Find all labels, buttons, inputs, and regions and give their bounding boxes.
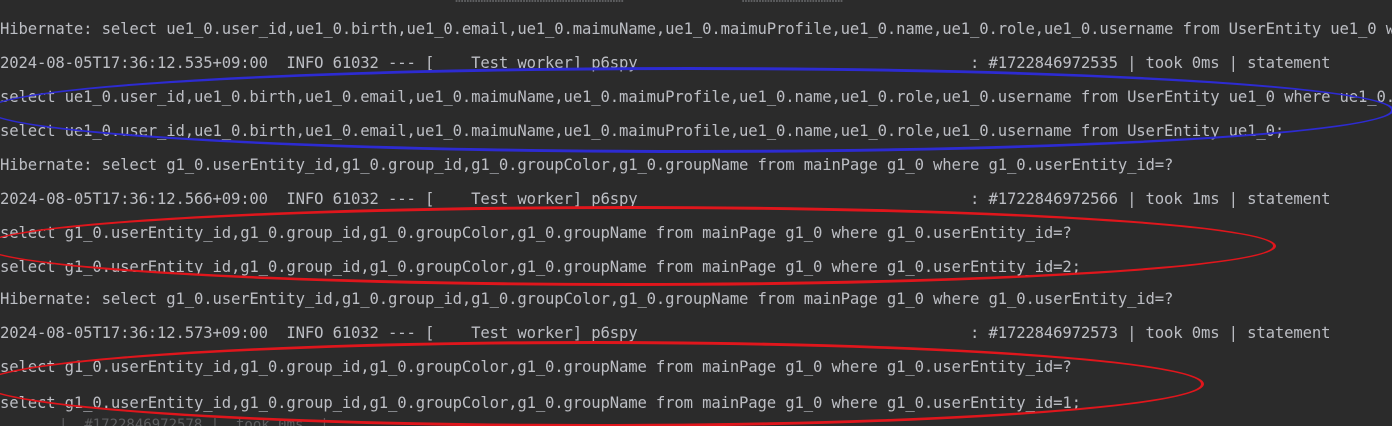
log-line-sql: select g1_0.userEntity_id,g1_0.group_id,… <box>0 358 1072 376</box>
log-line-sql: select g1_0.userEntity_id,g1_0.group_id,… <box>0 394 1081 412</box>
log-line-sql: select g1_0.userEntity_id,g1_0.group_id,… <box>0 258 1081 276</box>
console-output: …………………………………………………… ……………………………… Hibern… <box>0 0 1392 426</box>
log-line-hibernate: Hibernate: select g1_0.userEntity_id,g1_… <box>0 290 1174 308</box>
log-line-info: 2024-08-05T17:36:12.573+09:00 INFO 61032… <box>0 324 1331 342</box>
log-line-sql: select ue1_0.user_id,ue1_0.birth,ue1_0.e… <box>0 122 1285 140</box>
log-line-sql: select ue1_0.user_id,ue1_0.birth,ue1_0.e… <box>0 88 1392 106</box>
log-line-hibernate: Hibernate: select g1_0.userEntity_id,g1_… <box>0 156 1174 174</box>
log-line-sql: select g1_0.userEntity_id,g1_0.group_id,… <box>0 224 1072 242</box>
log-line-info: 2024-08-05T17:36:12.566+09:00 INFO 61032… <box>0 190 1331 208</box>
clipped-top-line: …………………………………………………… ……………………………… <box>0 0 1392 5</box>
clipped-bottom-line: | #1722846972578 | took 0ms | <box>0 418 329 426</box>
log-line-info: 2024-08-05T17:36:12.535+09:00 INFO 61032… <box>0 54 1331 72</box>
log-line-hibernate: Hibernate: select ue1_0.user_id,ue1_0.bi… <box>0 20 1392 38</box>
